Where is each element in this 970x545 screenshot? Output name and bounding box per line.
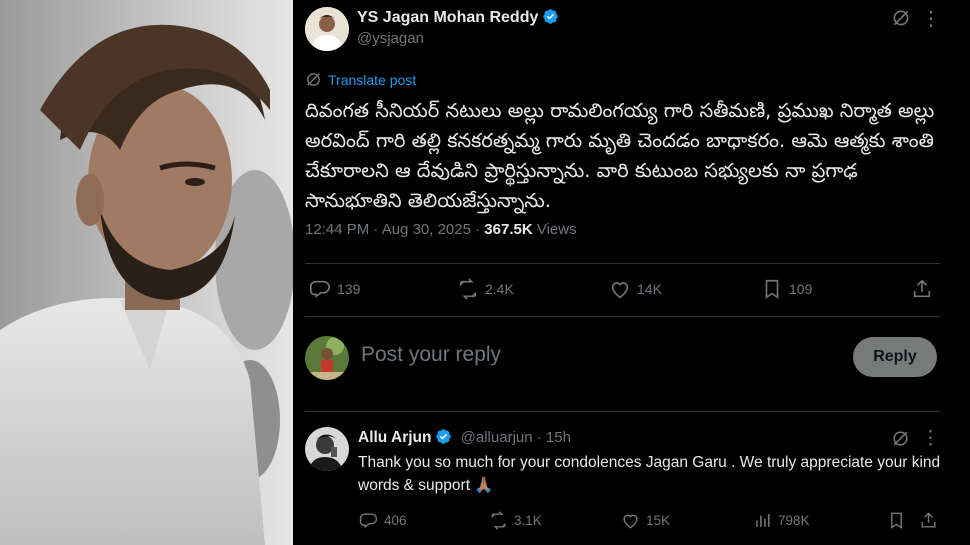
views-action[interactable]: 798K bbox=[753, 511, 810, 530]
author-info: YS Jagan Mohan Reddy @ysjagan bbox=[357, 8, 559, 47]
bookmark-count: 109 bbox=[789, 281, 813, 297]
reply-icon bbox=[359, 513, 378, 529]
person-avatar-icon bbox=[305, 7, 349, 51]
share-action[interactable] bbox=[919, 511, 938, 530]
repost-icon bbox=[491, 511, 506, 530]
share-action[interactable] bbox=[911, 278, 933, 300]
bookmark-icon bbox=[891, 512, 902, 529]
reply-action[interactable]: 406 bbox=[359, 511, 407, 530]
divider bbox=[305, 263, 940, 264]
post-panel: YS Jagan Mohan Reddy @ysjagan ⋮ Translat… bbox=[293, 0, 970, 545]
author-avatar[interactable] bbox=[305, 7, 349, 51]
post-text: దివంగత సీనియర్ నటులు అల్లు రామలింగయ్య గా… bbox=[305, 99, 935, 212]
bookmark-icon bbox=[765, 279, 779, 299]
reply-button[interactable]: Reply bbox=[853, 337, 937, 377]
heart-icon bbox=[623, 514, 638, 529]
reply-icon bbox=[310, 280, 330, 299]
repost-action[interactable]: 3.1K bbox=[489, 511, 542, 530]
reply-author-info: Allu Arjun @alluarjun · 15h bbox=[358, 428, 571, 447]
more-options-icon[interactable]: ⋮ bbox=[921, 427, 940, 450]
post-timestamp[interactable]: 12:44 PM · Aug 30, 2025 · bbox=[305, 221, 480, 238]
reply-action[interactable]: 139 bbox=[309, 278, 360, 300]
author-handle[interactable]: @ysjagan bbox=[357, 30, 559, 47]
heart-icon bbox=[611, 282, 629, 299]
like-count: 15K bbox=[646, 513, 671, 528]
translate-post-link[interactable]: Translate post bbox=[305, 71, 416, 88]
views-count: 367.5K bbox=[484, 221, 533, 238]
views-chart-icon bbox=[756, 514, 770, 527]
repost-icon bbox=[459, 278, 477, 300]
profile-photo bbox=[0, 0, 293, 545]
reply-author-avatar[interactable] bbox=[305, 427, 349, 471]
reply-time[interactable]: · 15h bbox=[537, 429, 571, 446]
grok-icon[interactable] bbox=[891, 429, 910, 453]
views-count: 798K bbox=[778, 513, 810, 528]
translate-label: Translate post bbox=[328, 71, 417, 88]
reply-input[interactable]: Post your reply bbox=[361, 343, 501, 367]
verified-badge-icon bbox=[543, 9, 559, 24]
like-count: 14K bbox=[637, 281, 662, 297]
reply-author-handle[interactable]: @alluarjun bbox=[461, 429, 533, 446]
divider bbox=[305, 316, 940, 317]
reply-author-name[interactable]: Allu Arjun bbox=[358, 429, 431, 446]
share-icon bbox=[921, 512, 936, 528]
repost-count: 2.4K bbox=[485, 281, 514, 297]
verified-badge-icon bbox=[436, 429, 452, 444]
current-user-avatar[interactable] bbox=[305, 336, 349, 380]
author-name[interactable]: YS Jagan Mohan Reddy bbox=[357, 9, 538, 26]
share-icon bbox=[913, 279, 931, 298]
bookmark-action[interactable] bbox=[887, 511, 906, 530]
user-avatar-icon bbox=[305, 336, 349, 380]
more-options-icon[interactable]: ⋮ bbox=[921, 6, 941, 31]
views-label: Views bbox=[536, 221, 577, 238]
person-avatar-icon bbox=[305, 427, 349, 471]
like-action[interactable]: 15K bbox=[621, 511, 670, 530]
post-meta: 12:44 PM · Aug 30, 2025 · 367.5K Views bbox=[305, 221, 577, 238]
translate-icon bbox=[307, 73, 320, 86]
repost-action[interactable]: 2.4K bbox=[457, 278, 514, 300]
reply-text: Thank you so much for your condolences J… bbox=[358, 454, 941, 494]
divider bbox=[305, 411, 940, 412]
man-portrait-image bbox=[0, 0, 293, 545]
like-action[interactable]: 14K bbox=[609, 278, 662, 300]
repost-count: 3.1K bbox=[514, 513, 542, 528]
grok-icon[interactable] bbox=[891, 8, 911, 33]
reply-count: 406 bbox=[384, 513, 407, 528]
reply-count: 139 bbox=[337, 281, 361, 297]
bookmark-action[interactable]: 109 bbox=[761, 278, 812, 300]
